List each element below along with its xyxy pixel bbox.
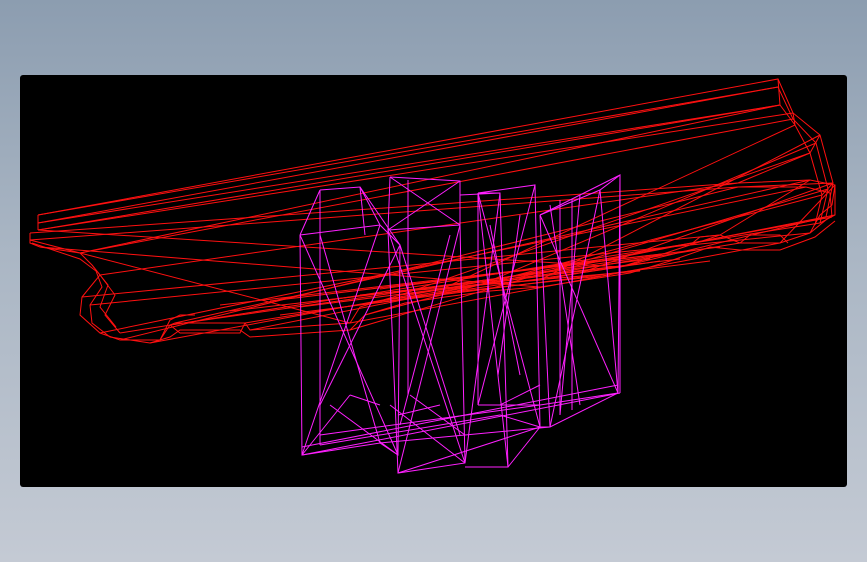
deck-top-chords	[29, 78, 836, 241]
pier-left	[299, 186, 401, 456]
pier-right	[539, 173, 621, 428]
deck-truss-diagonals	[29, 86, 836, 344]
cad-viewport[interactable]	[20, 75, 847, 487]
pier-wireframes	[299, 173, 621, 474]
pier-center-right	[459, 184, 541, 468]
wireframe-model	[29, 78, 836, 474]
